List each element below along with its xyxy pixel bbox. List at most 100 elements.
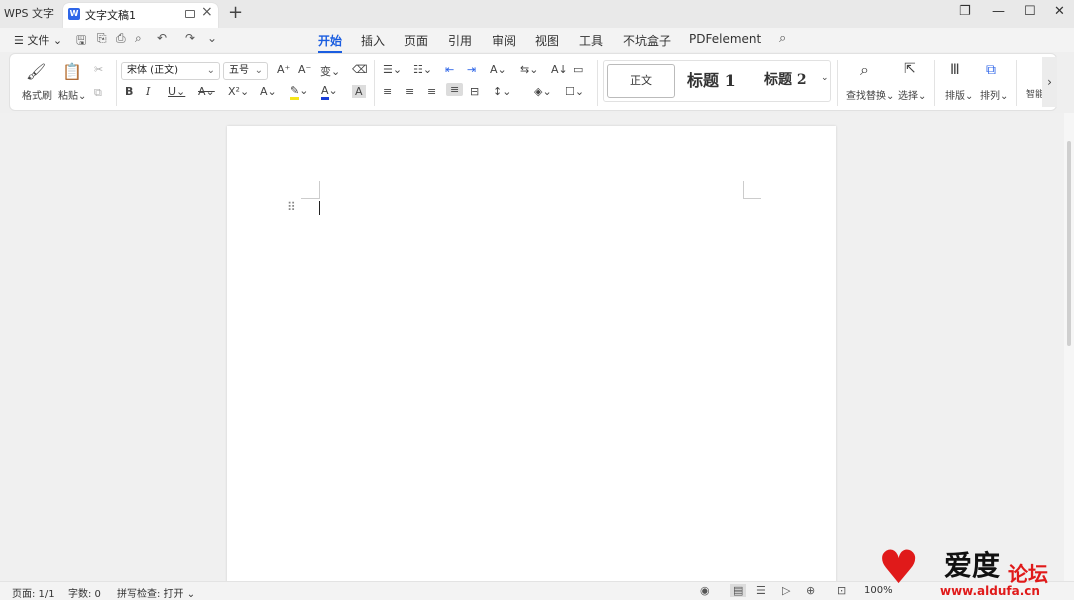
site-watermark: ♥ 爱度 论坛 www.aldufa.cn xyxy=(878,540,1074,600)
separator xyxy=(374,60,375,106)
copy-icon[interactable]: ⧉ xyxy=(94,86,102,100)
bullet-list-icon[interactable]: ☰⌄ xyxy=(383,63,402,76)
tab-bukeng-box[interactable]: 不坑盒子 xyxy=(623,32,671,49)
style-normal[interactable]: 正文 xyxy=(607,64,675,98)
tab-home[interactable]: 开始 xyxy=(318,32,343,53)
superscript-icon[interactable]: X²⌄ xyxy=(228,85,249,98)
close-tab-icon[interactable]: × xyxy=(201,4,213,20)
export-icon[interactable]: ⎘ xyxy=(97,31,107,46)
find-replace-button[interactable]: 查找替换⌄ xyxy=(846,87,894,102)
tab-insert[interactable]: 插入 xyxy=(361,32,385,49)
align-center-icon[interactable]: ≡ xyxy=(405,85,414,98)
monitor-icon[interactable] xyxy=(185,10,195,18)
watermark-url: www.aldufa.cn xyxy=(940,584,1040,598)
font-color-a-icon: A xyxy=(321,84,329,100)
numbered-list-icon[interactable]: ☷⌄ xyxy=(413,63,432,76)
web-view-icon[interactable]: ⊕ xyxy=(806,584,815,597)
text-direction-icon[interactable]: A⌄ xyxy=(490,63,507,76)
search-icon[interactable]: ⌕ xyxy=(779,31,786,46)
italic-icon[interactable]: I xyxy=(146,85,150,98)
paste-button[interactable]: 粘贴⌄ xyxy=(58,87,86,102)
clear-format-icon[interactable]: ⌫ xyxy=(352,63,368,76)
fit-page-icon[interactable]: ⊡ xyxy=(837,584,846,597)
tab-review[interactable]: 审阅 xyxy=(492,32,516,49)
increase-font-icon[interactable]: A⁺ xyxy=(277,63,290,76)
document-workspace: ⠿ xyxy=(0,113,1064,586)
document-tab[interactable]: W 文字文稿1 × xyxy=(63,3,218,28)
scrollbar-thumb[interactable] xyxy=(1067,141,1071,346)
shading-icon[interactable]: ◈⌄ xyxy=(534,85,552,98)
arrange-label: 排列 xyxy=(980,91,1000,102)
align-left-icon[interactable]: ≡ xyxy=(383,85,392,98)
save-icon[interactable]: 🖫 xyxy=(76,31,86,52)
highlight-pen-icon: ✎ xyxy=(290,84,300,100)
wps-writer-icon: W xyxy=(68,8,80,20)
font-name-select[interactable]: 宋体 (正文) ⌄ xyxy=(121,62,220,80)
maximize-icon[interactable]: ☐ xyxy=(1024,4,1036,19)
redo-icon[interactable]: ↷ xyxy=(185,31,195,45)
font-size-select[interactable]: 五号 ⌄ xyxy=(223,62,268,80)
borders-icon[interactable]: ☐⌄ xyxy=(565,85,584,98)
font-color-icon[interactable]: A⌄ xyxy=(321,84,338,100)
app-tab[interactable]: WPS 文字 xyxy=(0,3,58,27)
style-heading-2[interactable]: 标题 2 xyxy=(764,69,807,89)
margin-corner xyxy=(301,198,319,199)
line-spacing-icon[interactable]: ↕⌄ xyxy=(493,85,511,98)
distribute-icon[interactable]: ⊟ xyxy=(470,85,479,98)
select-button[interactable]: 选择⌄ xyxy=(898,87,926,102)
file-menu[interactable]: ☰ 文件 ⌄ xyxy=(14,32,62,48)
page-count[interactable]: 页面: 1/1 xyxy=(12,585,55,600)
styles-gallery: 正文 标题 1 标题 2 ⌄ xyxy=(603,60,831,102)
layout-button[interactable]: 排版⌄ xyxy=(945,87,973,102)
arrange-button[interactable]: 排列⌄ xyxy=(980,87,1008,102)
new-tab-icon[interactable]: + xyxy=(228,2,243,23)
justify-icon[interactable]: ≡ xyxy=(446,83,464,96)
char-shading-icon[interactable]: A xyxy=(352,85,366,98)
margin-corner xyxy=(743,198,761,199)
tab-view[interactable]: 视图 xyxy=(535,32,559,49)
tab-page[interactable]: 页面 xyxy=(404,32,428,49)
tab-tools[interactable]: 工具 xyxy=(579,32,603,49)
vertical-scrollbar[interactable] xyxy=(1064,113,1074,581)
play-icon[interactable]: ▷ xyxy=(782,584,790,597)
outline-view-icon[interactable]: ☰ xyxy=(756,584,766,597)
minimize-icon[interactable]: — xyxy=(992,4,1005,19)
cut-icon[interactable]: ✂ xyxy=(94,63,103,76)
sort-az-icon[interactable]: A↓ xyxy=(551,63,568,76)
highlight-icon[interactable]: ✎⌄ xyxy=(290,84,308,100)
paste-label: 粘贴 xyxy=(58,91,78,102)
spell-check[interactable]: 拼写检查: 打开 ⌄ xyxy=(117,585,195,600)
page-view-icon[interactable]: ▤ xyxy=(730,584,747,597)
tab-references[interactable]: 引用 xyxy=(448,32,472,49)
increase-indent-icon[interactable]: ⇥ xyxy=(467,63,476,76)
show-marks-icon[interactable]: ▭ xyxy=(573,63,583,76)
bold-icon[interactable]: B xyxy=(125,85,133,98)
strikethrough-icon[interactable]: A⌄ xyxy=(198,85,215,98)
print-preview-icon[interactable]: ⌕ xyxy=(135,31,142,46)
print-icon[interactable]: ⎙ xyxy=(116,31,126,46)
spell-check-label: 拼写检查: 打开 xyxy=(117,589,184,600)
format-painter-icon: 🖌 xyxy=(26,62,47,81)
sort-icon[interactable]: ⇆⌄ xyxy=(520,63,538,76)
close-window-icon[interactable]: ✕ xyxy=(1054,4,1065,19)
tab-pdfelement[interactable]: PDFelement xyxy=(689,32,761,46)
quick-access-dropdown-icon[interactable]: ⌄ xyxy=(207,31,217,45)
drag-handle-icon[interactable]: ⠿ xyxy=(287,200,296,214)
decrease-indent-icon[interactable]: ⇤ xyxy=(445,63,454,76)
window-mode-icon[interactable]: ❐ xyxy=(959,4,971,19)
decrease-font-icon[interactable]: A⁻ xyxy=(298,63,311,76)
document-page[interactable]: ⠿ xyxy=(227,126,836,586)
file-menu-label: 文件 xyxy=(27,34,50,47)
watermark-main-text: 爱度 xyxy=(944,549,1001,582)
format-painter-button[interactable]: 格式刷 xyxy=(22,87,52,102)
ribbon-more-chevron-icon[interactable]: › xyxy=(1042,57,1057,107)
phonetic-guide-icon[interactable]: 变⌄ xyxy=(320,63,340,79)
eye-protection-icon[interactable]: ◉ xyxy=(700,584,710,597)
underline-icon[interactable]: U⌄ xyxy=(168,85,185,98)
style-heading-1[interactable]: 标题 1 xyxy=(687,67,736,91)
undo-icon[interactable]: ↶ xyxy=(157,31,167,45)
align-right-icon[interactable]: ≡ xyxy=(427,85,436,98)
gallery-scroll-icon[interactable]: ⌄ xyxy=(821,73,829,83)
text-effect-icon[interactable]: A⌄ xyxy=(260,85,277,98)
word-count[interactable]: 字数: 0 xyxy=(68,585,101,600)
